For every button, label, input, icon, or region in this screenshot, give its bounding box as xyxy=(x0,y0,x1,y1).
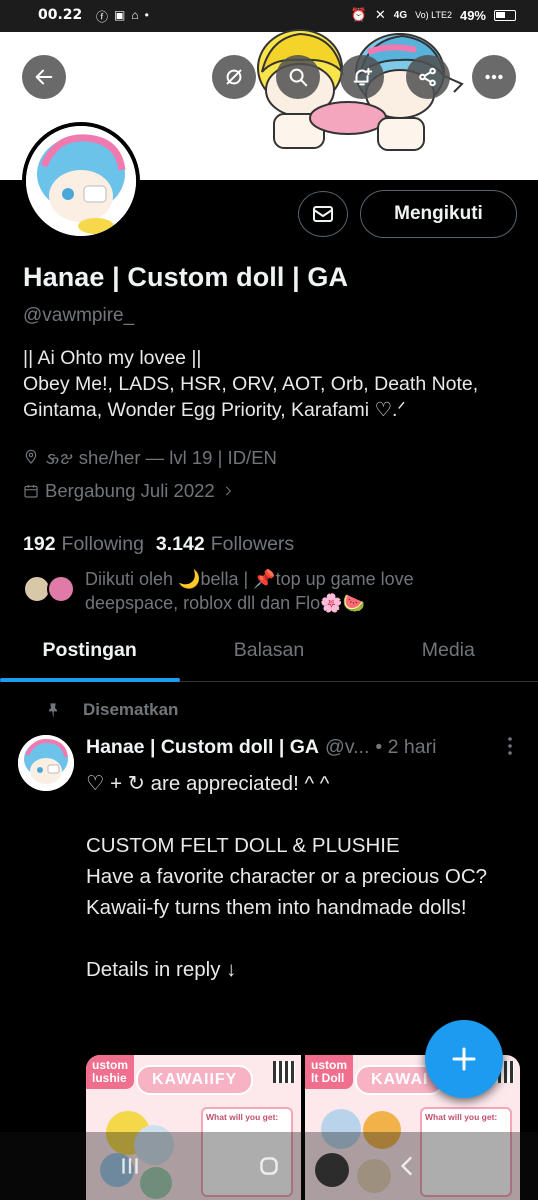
status-right: ⏰ ✕ 4G Vo) LTE2 49% xyxy=(351,7,516,23)
media-1-title: KAWAIIFY xyxy=(136,1065,254,1095)
profile-avatar[interactable] xyxy=(22,122,140,240)
tweet-more-icon[interactable] xyxy=(498,734,522,758)
tweet-text: ♡ + ↻ are appreciated! ^ ^ CUSTOM FELT D… xyxy=(86,772,488,981)
tweet-author-handle[interactable]: @v... xyxy=(325,736,369,759)
dot-icon: • xyxy=(144,8,149,22)
share-button[interactable] xyxy=(406,55,450,99)
profile-tabs: Postingan Balasan Media xyxy=(0,620,538,682)
pin-icon xyxy=(49,703,57,717)
location-icon xyxy=(25,449,37,464)
qr-code-icon xyxy=(273,1061,295,1083)
following-label: Following xyxy=(61,533,144,555)
profile-location: 𑄡𑄐 she/her — lvl 19 | ID/EN xyxy=(23,443,277,470)
plus-icon xyxy=(452,1047,476,1071)
mute-icon: ✕ xyxy=(374,7,386,22)
mosque-icon: ⌂ xyxy=(131,8,139,22)
location-text: 𑄡𑄐 she/her — lvl 19 | ID/EN xyxy=(45,447,277,468)
profile-name: Hanae | Custom doll | GA xyxy=(23,262,349,292)
tweet-author-name[interactable]: Hanae | Custom doll | GA xyxy=(86,736,319,759)
volte-label: Vo) LTE2 xyxy=(415,10,452,20)
profile-joined[interactable]: Bergabung Juli 2022 xyxy=(23,480,235,502)
profile-bio: || Ai Ohto my lovee || Obey Me!, LADS, H… xyxy=(23,345,523,423)
joined-text: Bergabung Juli 2022 xyxy=(45,480,215,501)
alarm-icon: ⏰ xyxy=(350,7,367,22)
tab-media[interactable]: Media xyxy=(359,620,538,681)
tab-posts[interactable]: Postingan xyxy=(0,620,181,682)
back-button[interactable] xyxy=(22,55,66,99)
pinned-label: Disematkan xyxy=(83,700,179,719)
tweet-time[interactable]: • 2 hari xyxy=(375,736,436,759)
arrow-left-icon xyxy=(35,69,53,85)
back-nav-icon[interactable] xyxy=(395,1153,421,1179)
compose-button[interactable] xyxy=(425,1020,503,1098)
home-icon[interactable] xyxy=(256,1153,282,1179)
pinned-indicator: Disematkan xyxy=(45,700,178,720)
more-icon xyxy=(485,74,503,80)
grok-icon xyxy=(226,69,242,85)
recent-apps-icon[interactable] xyxy=(117,1153,143,1179)
system-navigation-bar xyxy=(0,1132,538,1200)
media-1-caption: ustom lushie xyxy=(86,1055,134,1089)
facebook-icon: ⓕ xyxy=(96,10,109,24)
followed-by[interactable]: Diikuti oleh 🌙bella | 📌top up game love … xyxy=(23,567,505,615)
status-time: 00.22 xyxy=(38,7,83,23)
network-label: 4G xyxy=(393,9,408,21)
avatar-image xyxy=(26,126,136,236)
search-icon xyxy=(289,68,308,87)
tweet-avatar[interactable] xyxy=(18,735,74,791)
bio-line-1: || Ai Ohto my lovee || xyxy=(23,347,202,369)
following-count: 192 xyxy=(23,533,56,555)
mail-icon xyxy=(313,206,333,222)
notification-add-button[interactable] xyxy=(340,55,384,99)
following-button[interactable]: Mengikuti xyxy=(360,190,517,238)
profile-stats: 192 Following 3.142 Followers xyxy=(23,533,294,556)
grok-button[interactable] xyxy=(212,55,256,99)
more-options-button[interactable] xyxy=(472,55,516,99)
followers-label: Followers xyxy=(210,533,295,555)
followed-by-avatars xyxy=(23,567,83,607)
battery-percent: 49% xyxy=(459,7,486,23)
battery-icon xyxy=(494,9,516,21)
chevron-right-icon xyxy=(225,486,231,496)
calendar-icon xyxy=(24,485,38,498)
tweet-header: Hanae | Custom doll | GA @v... • 2 hari xyxy=(86,736,526,759)
bio-line-2: Obey Me!, LADS, HSR, ORV, AOT, Orb, Deat… xyxy=(23,373,479,421)
following-link[interactable]: 192 Following xyxy=(23,533,144,556)
followed-by-text: Diikuti oleh 🌙bella | 📌top up game love … xyxy=(85,569,414,613)
media-2-caption: ustom lt Doll xyxy=(305,1055,353,1089)
profile-handle: @vawmpire_ xyxy=(23,305,135,326)
message-button[interactable] xyxy=(298,191,348,237)
shop-icon: ▣ xyxy=(114,8,126,22)
followers-count: 3.142 xyxy=(155,533,205,555)
followers-link[interactable]: 3.142 Followers xyxy=(156,533,294,556)
share-icon xyxy=(419,67,436,87)
status-notification-icons: ⓕ ▣ ⌂ • xyxy=(96,8,149,25)
notification-add-icon xyxy=(353,67,373,86)
follower-avatar-2 xyxy=(47,575,75,603)
search-button[interactable] xyxy=(276,55,320,99)
tweet-avatar-image xyxy=(18,735,74,791)
tab-replies[interactable]: Balasan xyxy=(179,620,358,681)
